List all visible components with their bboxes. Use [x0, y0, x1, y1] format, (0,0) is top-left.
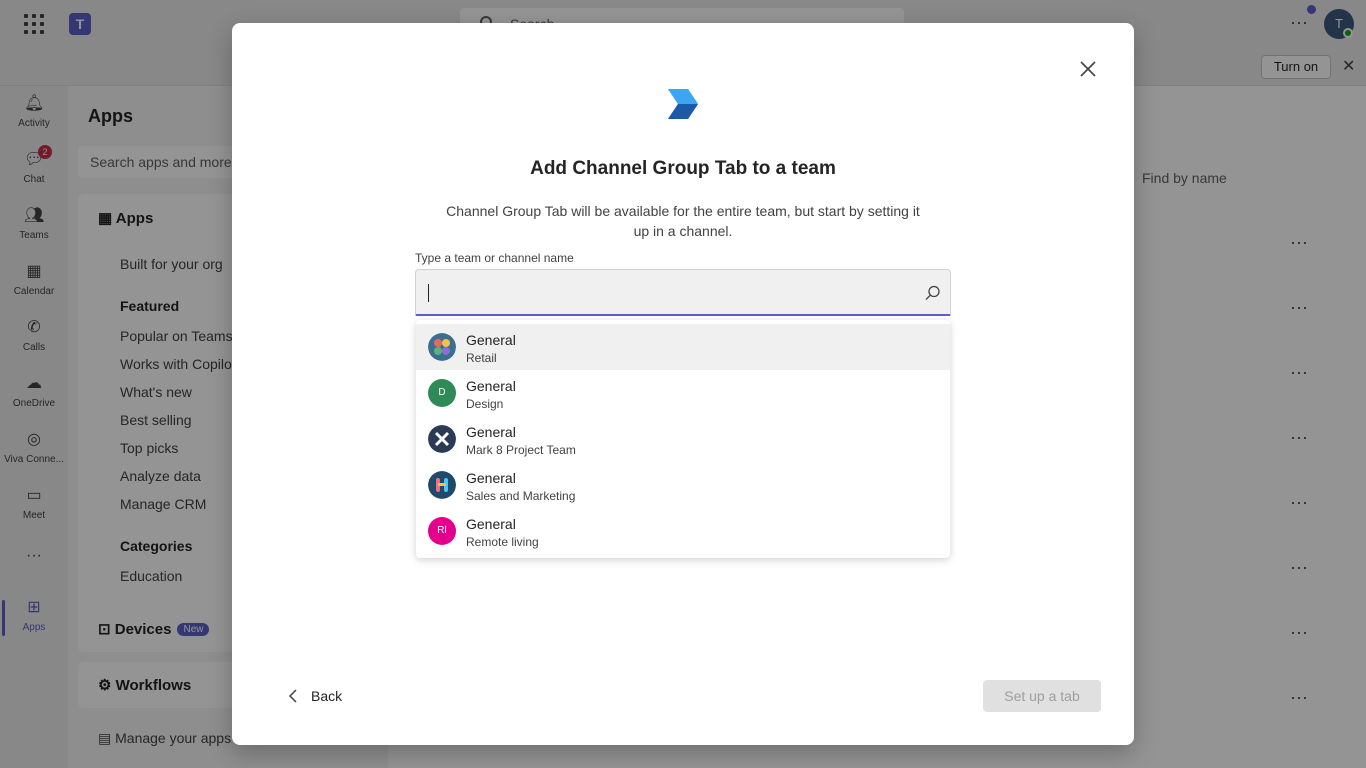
channel-option[interactable]: D General Design	[416, 370, 950, 416]
option-team: Design	[466, 397, 504, 411]
team-channel-input[interactable]	[415, 269, 951, 316]
chevron-left-icon	[288, 689, 297, 703]
option-channel: General	[466, 332, 516, 348]
channel-option[interactable]: General Mark 8 Project Team	[416, 416, 950, 462]
set-up-tab-button[interactable]: Set up a tab	[983, 680, 1101, 712]
text-caret	[428, 284, 429, 302]
add-tab-dialog: Add Channel Group Tab to a team Channel …	[232, 23, 1134, 745]
search-icon	[925, 285, 940, 300]
channel-option[interactable]: General Sales and Marketing	[416, 462, 950, 508]
close-icon[interactable]	[1078, 59, 1098, 79]
team-avatar-remote-living: Rl	[428, 517, 456, 545]
option-channel: General	[466, 470, 516, 486]
team-avatar-design: D	[428, 379, 456, 407]
option-channel: General	[466, 516, 516, 532]
dialog-title: Add Channel Group Tab to a team	[530, 158, 836, 179]
field-label: Type a team or channel name	[415, 251, 574, 265]
dialog-description: Channel Group Tab will be available for …	[446, 203, 920, 239]
option-channel: General	[466, 424, 516, 440]
channel-option[interactable]: Rl General Remote living	[416, 508, 950, 554]
channel-option[interactable]: General Retail	[416, 324, 950, 370]
team-avatar-sales-marketing	[428, 471, 456, 499]
option-team: Mark 8 Project Team	[466, 443, 576, 457]
option-team: Sales and Marketing	[466, 489, 576, 503]
option-team: Retail	[466, 351, 497, 365]
channel-dropdown: General Retail D General Design General …	[416, 320, 950, 558]
app-logo-icon	[668, 89, 698, 119]
option-channel: General	[466, 378, 516, 394]
option-team: Remote living	[466, 535, 539, 549]
back-label: Back	[311, 688, 343, 704]
team-avatar-retail	[428, 333, 456, 361]
team-avatar-mark8	[428, 425, 456, 453]
